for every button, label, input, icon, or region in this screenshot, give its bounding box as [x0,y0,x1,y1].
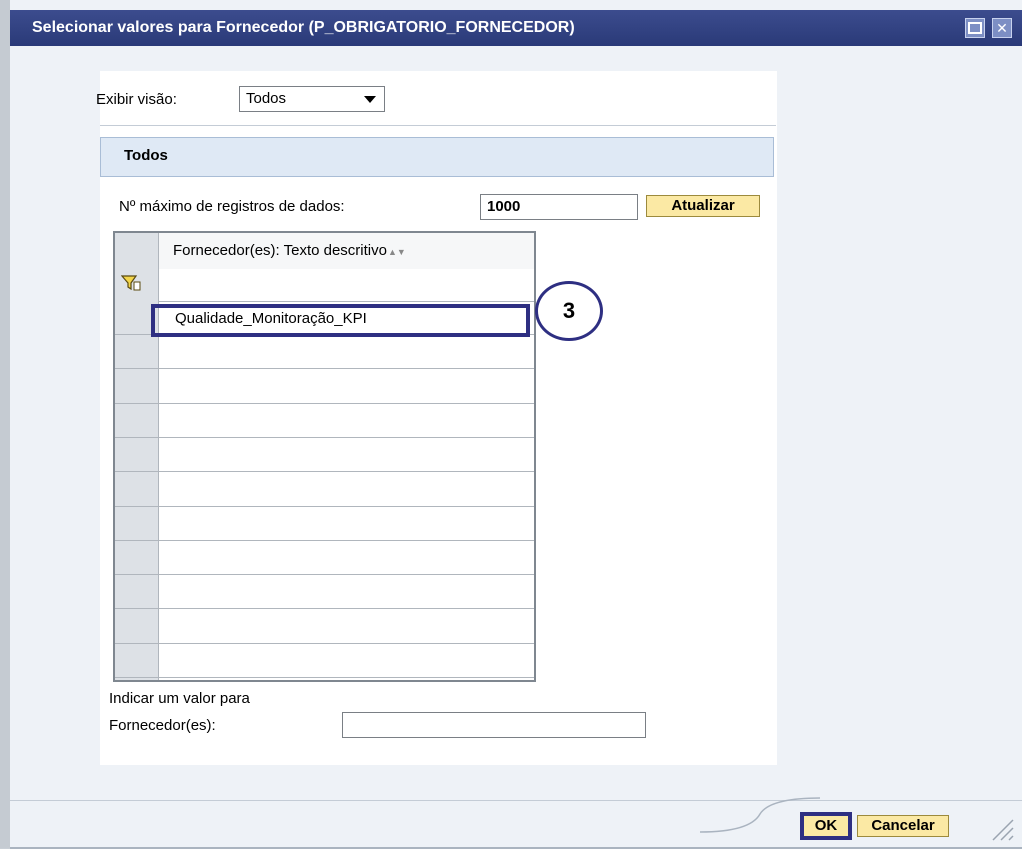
row-selector[interactable] [115,576,158,609]
view-select-value: Todos [246,90,287,107]
window-border [0,0,10,848]
table-row[interactable] [159,611,534,644]
close-icon[interactable]: ✕ [992,18,1012,38]
highlight-box [151,304,530,337]
row-selector[interactable] [115,645,158,678]
chevron-down-icon [364,96,376,103]
section-title: Todos [124,147,168,164]
step-callout: 3 [535,281,603,341]
row-selector[interactable] [115,611,158,644]
max-records-input[interactable]: 1000 [480,194,638,220]
table-row[interactable] [159,645,534,678]
indicate-label-line2: Fornecedor(es): [109,717,216,734]
max-records-value: 1000 [487,198,521,215]
view-label: Exibir visão: [96,91,177,108]
refresh-button[interactable]: Atualizar [646,195,760,217]
table-row[interactable] [159,508,534,541]
row-selector[interactable] [115,542,158,575]
row-selector[interactable] [115,371,158,404]
cancel-button[interactable]: Cancelar [857,815,949,837]
divider [100,125,776,126]
dialog-title: Selecionar valores para Fornecedor (P_OB… [32,19,575,36]
row-selector[interactable] [115,336,158,369]
column-header[interactable]: Fornecedor(es): Texto descritivo▲▼ [159,233,534,270]
column-header-label: Fornecedor(es): Texto descritivo [173,242,387,259]
table-row[interactable] [159,371,534,404]
table-row[interactable] [159,439,534,472]
supplier-value-input[interactable] [342,712,646,738]
maximize-icon[interactable] [965,18,985,38]
section-header: Todos [100,137,774,177]
table-row[interactable] [159,336,534,369]
max-records-label: Nº máximo de registros de dados: [119,198,345,215]
row-selector[interactable] [115,508,158,541]
indicate-label-line1: Indicar um valor para [109,690,250,707]
table-row[interactable] [159,405,534,438]
table-row[interactable] [159,576,534,609]
sort-icon[interactable]: ▲▼ [388,247,406,257]
title-bar: Selecionar valores para Fornecedor (P_OB… [10,10,1022,46]
view-select[interactable]: Todos [239,86,385,112]
row-selector[interactable] [115,439,158,472]
table-row[interactable] [159,542,534,575]
ok-button[interactable]: OK [800,812,852,840]
resize-grip-icon[interactable] [985,812,1015,842]
filter-icon[interactable] [121,274,141,292]
filter-row[interactable] [159,269,534,302]
row-selector[interactable] [115,405,158,438]
table-row[interactable] [159,474,534,507]
results-grid: Fornecedor(es): Texto descritivo▲▼ Quali… [113,231,536,682]
row-selector[interactable] [115,474,158,507]
dialog-window: Selecionar valores para Fornecedor (P_OB… [0,0,1022,849]
